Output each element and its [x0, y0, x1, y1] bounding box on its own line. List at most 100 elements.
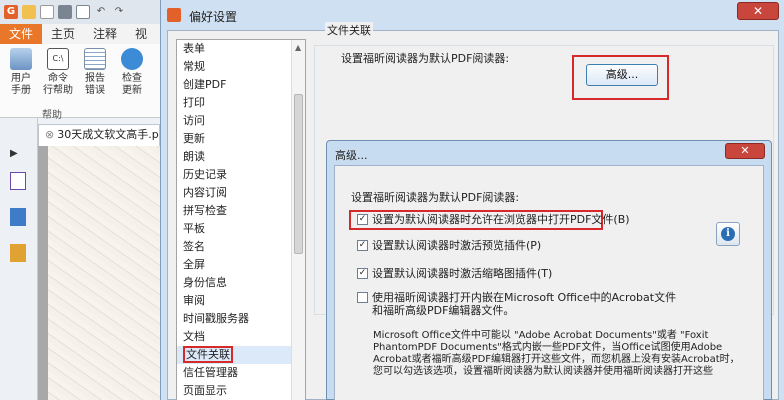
checkbox-preview-plugin[interactable]: ✓ — [357, 240, 368, 251]
user-manual-label-2: 手册 — [11, 85, 31, 96]
category-item[interactable]: 信任管理器 — [177, 364, 305, 382]
close-tab-icon[interactable]: ⊗ — [45, 128, 54, 141]
report-icon — [84, 48, 106, 70]
office-note-text: Microsoft Office文件中可能以 "Adobe Acrobat Do… — [373, 330, 740, 377]
category-item[interactable]: 文档 — [177, 328, 305, 346]
advanced-dialog: 高级... ✕ 设置福昕阅读器为默认PDF阅读器: ✓ 设置为默认阅读器时允许在… — [326, 140, 772, 400]
advanced-close-button[interactable]: ✕ — [725, 143, 765, 159]
category-item-label: 签名 — [183, 240, 205, 253]
command-help-label: 命令 — [48, 73, 68, 84]
category-item[interactable]: 表单 — [177, 40, 305, 58]
category-item-label: 朗读 — [183, 150, 205, 163]
advanced-button[interactable]: 高级... — [586, 64, 658, 86]
option-open-in-browser[interactable]: ✓ 设置为默认阅读器时允许在浏览器中打开PDF文件(B) — [357, 213, 630, 229]
category-item-label: 文件关联 — [183, 346, 233, 363]
section-description: 设置福昕阅读器为默认PDF阅读器: — [341, 52, 510, 65]
category-item[interactable]: 更新 — [177, 130, 305, 148]
category-item-label: 平板 — [183, 222, 205, 235]
category-item-label: 打印 — [183, 96, 205, 109]
quick-access-toolbar: G ↶ ↷ — [0, 0, 160, 24]
ribbon-group-help: 帮助 — [42, 110, 62, 121]
user-manual-button[interactable]: 用户 手册 — [4, 48, 38, 97]
scroll-up-icon[interactable]: ▲ — [295, 43, 301, 52]
category-item[interactable]: 平板 — [177, 220, 305, 238]
option-office-embedded[interactable]: 使用福昕阅读器打开内嵌在Microsoft Office中的Acrobat文件 … — [357, 291, 676, 319]
preferences-title: 偏好设置 — [189, 10, 238, 24]
option-office-embedded-line1: 使用福昕阅读器打开内嵌在Microsoft Office中的Acrobat文件 — [372, 291, 677, 304]
category-item[interactable]: 文件关联 — [177, 346, 305, 364]
user-manual-label: 用户 — [11, 73, 31, 84]
scrollbar-thumb[interactable] — [294, 94, 303, 254]
command-help-button[interactable]: C:\ 命令 行帮助 — [41, 48, 75, 97]
option-preview-plugin[interactable]: ✓ 设置默认阅读器时激活预览插件(P) — [357, 239, 541, 255]
option-thumbnail-plugin-label: 设置默认阅读器时激活缩略图插件(T) — [372, 267, 553, 280]
category-item-label: 全屏 — [183, 258, 205, 271]
category-item[interactable]: 拼写检查 — [177, 202, 305, 220]
category-item[interactable]: 页面显示 — [177, 382, 305, 400]
close-button[interactable]: ✕ — [737, 2, 779, 20]
report-bug-label: 报告 — [85, 73, 105, 84]
checkbox-open-in-browser[interactable]: ✓ — [357, 214, 368, 225]
option-office-embedded-label: 使用福昕阅读器打开内嵌在Microsoft Office中的Acrobat文件 … — [372, 291, 676, 317]
category-item-label: 文档 — [183, 330, 205, 343]
document-page — [48, 146, 160, 400]
option-thumbnail-plugin[interactable]: ✓ 设置默认阅读器时激活缩略图插件(T) — [357, 267, 552, 283]
checkbox-office-embedded[interactable] — [357, 292, 368, 303]
category-item[interactable]: 访问 — [177, 112, 305, 130]
category-item-label: 访问 — [183, 114, 205, 127]
option-office-embedded-line2: 和福昕高级PDF编辑器文件。 — [372, 304, 515, 317]
document-tab[interactable]: ⊗ 30天成文软文高手.pdf — [38, 124, 160, 146]
category-item[interactable]: 全屏 — [177, 256, 305, 274]
user-manual-icon — [10, 48, 32, 70]
category-item[interactable]: 历史记录 — [177, 166, 305, 184]
check-update-label: 检查 — [122, 73, 142, 84]
category-item-label: 信任管理器 — [183, 366, 238, 379]
category-item[interactable]: 时间戳服务器 — [177, 310, 305, 328]
tab-view[interactable]: 视 — [126, 24, 156, 44]
print-icon[interactable] — [58, 5, 72, 19]
report-bug-button[interactable]: 报告 错误 — [78, 48, 112, 97]
comments-icon[interactable] — [10, 244, 26, 262]
preferences-titlebar: 偏好设置 ✕ — [161, 0, 784, 30]
tab-comment[interactable]: 注释 — [84, 24, 126, 44]
tab-file[interactable]: 文件 — [0, 24, 43, 44]
advanced-label: 设置福昕阅读器为默认PDF阅读器: — [351, 191, 520, 204]
info-icon: i — [721, 227, 735, 241]
layers-icon[interactable] — [10, 208, 26, 226]
document-tab-title: 30天成文软文高手.pdf — [57, 128, 160, 141]
new-doc-icon[interactable] — [40, 5, 54, 19]
open-folder-icon[interactable] — [22, 5, 36, 19]
report-bug-label-2: 错误 — [85, 85, 105, 96]
pages-icon[interactable] — [10, 172, 26, 190]
check-update-button[interactable]: 检查 更新 — [115, 48, 149, 97]
navigation-panel: ▶ — [0, 118, 38, 400]
info-button[interactable]: i — [716, 222, 740, 246]
category-item-label: 拼写检查 — [183, 204, 227, 217]
tab-home[interactable]: 主页 — [42, 24, 84, 44]
category-item-label: 常规 — [183, 60, 205, 73]
email-icon[interactable] — [76, 5, 90, 19]
command-line-icon: C:\ — [47, 48, 69, 70]
category-item[interactable]: 常规 — [177, 58, 305, 76]
checkbox-thumbnail-plugin[interactable]: ✓ — [357, 268, 368, 279]
category-item[interactable]: 签名 — [177, 238, 305, 256]
category-item[interactable]: 内容订阅 — [177, 184, 305, 202]
check-update-label-2: 更新 — [122, 85, 142, 96]
category-item[interactable]: 创建PDF — [177, 76, 305, 94]
ribbon-tabs: 文件 主页 注释 视 — [0, 24, 160, 44]
undo-icon[interactable]: ↶ — [94, 5, 108, 19]
category-item[interactable]: 朗读 — [177, 148, 305, 166]
expand-arrow-icon[interactable]: ▶ — [10, 148, 26, 166]
category-item[interactable]: 打印 — [177, 94, 305, 112]
category-item-label: 身份信息 — [183, 276, 227, 289]
category-item-label: 历史记录 — [183, 168, 227, 181]
category-scrollbar[interactable]: ▲ — [291, 40, 305, 400]
advanced-dialog-title: 高级... — [335, 149, 368, 162]
category-item-label: 审阅 — [183, 294, 205, 307]
category-item[interactable]: 审阅 — [177, 292, 305, 310]
category-item-label: 更新 — [183, 132, 205, 145]
category-item[interactable]: 身份信息 — [177, 274, 305, 292]
document-view — [38, 146, 160, 400]
category-list: 表单常规创建PDF 打印访问更新朗读历史记录内容订阅拼写检查平板签名全屏身份信息审… — [176, 39, 306, 400]
redo-icon[interactable]: ↷ — [112, 5, 126, 19]
